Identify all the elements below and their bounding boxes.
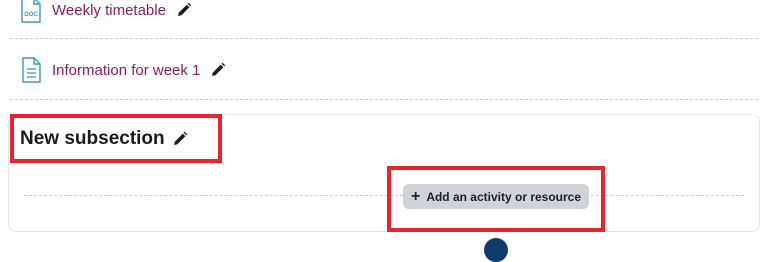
svg-text:DOC: DOC (24, 12, 38, 18)
highlight-box-subsection-title (10, 114, 222, 163)
activity-name[interactable]: Information for week 1 (52, 62, 200, 79)
pencil-icon[interactable] (210, 62, 226, 78)
subsection-divider (24, 195, 744, 196)
doc-file-icon: DOC (20, 0, 42, 23)
activity-weekly-timetable[interactable]: DOC Weekly timetable (20, 0, 192, 23)
page-icon (20, 57, 42, 83)
highlight-box-add-button (387, 166, 605, 232)
add-section-circle-icon[interactable] (484, 238, 508, 262)
activity-name[interactable]: Weekly timetable (52, 2, 166, 19)
activity-information-week-1[interactable]: Information for week 1 (20, 57, 226, 83)
divider (10, 99, 758, 100)
divider (10, 38, 758, 39)
pencil-icon[interactable] (176, 2, 192, 18)
